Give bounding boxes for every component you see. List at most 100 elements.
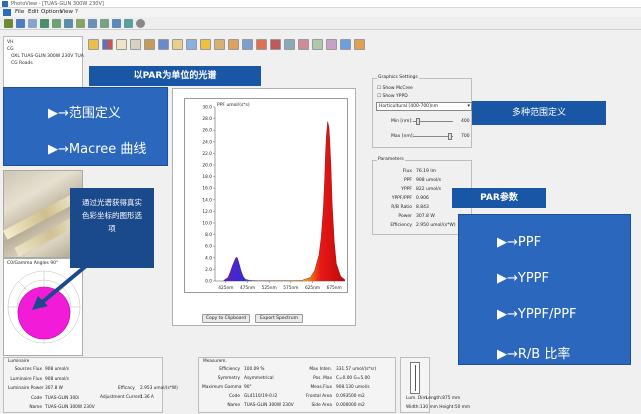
target-icon[interactable] (270, 39, 281, 50)
save-icon[interactable] (16, 19, 25, 28)
menu-help[interactable]: ? (75, 9, 78, 15)
max-slider-handle[interactable] (448, 133, 452, 140)
length-value: Length:875 mm (426, 396, 461, 401)
cie-icon[interactable] (284, 39, 295, 50)
polar-icon[interactable] (186, 39, 197, 50)
export-spectrum-button[interactable]: Export Spectrum (255, 314, 303, 323)
min-label: Min [nm]: (391, 119, 413, 124)
tree-item[interactable]: VH (7, 40, 13, 45)
table-icon[interactable] (116, 39, 127, 50)
tree-item[interactable]: OXL TUAS-GLIN 300W 230V TUA (11, 54, 84, 59)
ppf-text: ▶→PPF (497, 235, 542, 250)
y-tick-label: 6.0 (205, 244, 212, 250)
tree-item[interactable]: CG (7, 47, 14, 52)
min-value: 400 (461, 119, 470, 124)
efficacy-label: Efficacy (118, 386, 135, 391)
main-toolbar (0, 17, 641, 30)
people-icon[interactable] (52, 19, 61, 28)
luminaire-field-label: Code (30, 395, 42, 401)
spectrum-plot: PPF umol/(s*s) 0.0 2.0 4.0 6.0 8.0 10.0 12.0 14.… (184, 98, 348, 293)
y-tick-label: 22.0 (202, 151, 212, 157)
luminaire-field-label: Sources Flux (14, 367, 42, 372)
chart-icon[interactable] (102, 39, 113, 50)
y-tick-label: 4.0 (205, 255, 212, 261)
tool-icon[interactable] (76, 19, 85, 28)
light-icon[interactable] (214, 39, 225, 50)
measurement-field-value: 90° (244, 385, 252, 390)
graph-icon[interactable] (242, 39, 253, 50)
parameter-value: 2.950 umol/(s*W) (416, 223, 456, 228)
lum-dim-label: Lum. Dim. (406, 396, 429, 401)
parameter-value: 76.19 lm (416, 169, 436, 174)
app-menu-icon[interactable] (3, 9, 11, 16)
efficacy-value: 2.953 umol/(s*W) (140, 386, 178, 391)
graphics-settings-legend: Graphics Settings (377, 75, 419, 80)
y-axis-label: PPF umol/(s*s) (217, 102, 250, 108)
range-dropdown[interactable]: Horticultural [400-700]nm ▾ (376, 102, 472, 111)
cone-icon[interactable] (172, 39, 183, 50)
x-tick-label: 425nm (218, 285, 233, 291)
show-yppd-checkbox[interactable]: ☐ Show YPPD (377, 94, 408, 99)
measurement-field-label: Maximum Gamma (202, 385, 242, 390)
parameter-value: 8.843 (416, 205, 429, 210)
mesh-icon[interactable] (312, 39, 323, 50)
beam-icon[interactable] (228, 39, 239, 50)
pencil-icon[interactable] (88, 39, 99, 50)
compare-icon[interactable] (124, 19, 133, 28)
min-slider-handle[interactable] (416, 118, 420, 125)
building-icon[interactable] (144, 39, 155, 50)
curve-icon[interactable] (158, 39, 169, 50)
open-icon[interactable] (4, 19, 13, 28)
measurement-field-label: Efficiency (219, 367, 240, 372)
color-icon[interactable] (298, 39, 309, 50)
measurement-field-value: 0.000000 m2 (336, 403, 365, 408)
par-params-callout: PAR参数 (452, 188, 546, 208)
y-tick-label: 14.0 (202, 197, 212, 203)
luminaire-field-value: TUAS-GLIN 300i (45, 395, 80, 401)
y-tick-label: 16.0 (202, 186, 212, 192)
window-title: PhotoView - [TUAS-GLIN 300W 230V] (11, 1, 104, 7)
max-slider[interactable] (413, 136, 453, 137)
show-mccree-checkbox[interactable]: ☐ Show McCree (377, 86, 413, 91)
measurement-field-label: Side Area (311, 403, 332, 408)
y-tick-label: 12.0 (202, 209, 212, 215)
house-icon[interactable] (326, 39, 337, 50)
luminaire-field-label: Luminaire Power (8, 386, 44, 391)
measurement-field-label: Max Inten. (309, 367, 332, 372)
settings-icon[interactable] (100, 19, 109, 28)
spectrum-icon[interactable] (256, 39, 267, 50)
lamp-icon[interactable] (64, 19, 73, 28)
luminaire-title: Luminaire (8, 359, 30, 364)
luminaire-field-value: TUAS-GLIN 300W 230V (45, 405, 95, 410)
menu-edit[interactable]: Edit (28, 9, 39, 15)
measurement-title: Measurem. (203, 359, 227, 364)
menu-view[interactable]: View (60, 9, 73, 15)
stop-icon[interactable] (136, 19, 145, 28)
export-icon[interactable] (88, 19, 97, 28)
x-tick-label: 675nm (327, 285, 342, 291)
width-height-value: Width:130 mm Height:50 mm (406, 405, 471, 410)
range-dropdown-value: Horticultural [400-700]nm (379, 104, 439, 109)
x-tick-label: 575nm (283, 285, 298, 291)
tree-item[interactable]: CG Roads (11, 61, 33, 66)
callout-arrow (32, 264, 88, 310)
measurement-field-value: Asymmetrical (244, 376, 274, 381)
luminaire-field-label: Luminaire Flux (10, 376, 42, 382)
parameter-label: YPPF (401, 187, 412, 192)
print-icon[interactable] (112, 19, 121, 28)
title-bar: PhotoView - [TUAS-GLIN 300W 230V] (0, 0, 641, 8)
report-icon[interactable] (354, 39, 365, 50)
menu-file[interactable]: File (15, 9, 24, 15)
y-tick-label: 18.0 (202, 174, 212, 180)
window-icon[interactable] (340, 39, 351, 50)
person-icon[interactable] (40, 19, 49, 28)
grid-icon[interactable] (130, 39, 141, 50)
isolux-icon[interactable] (200, 39, 211, 50)
copy-to-clipboard-button[interactable]: Copy to Clipboard (202, 314, 250, 323)
measurement-field-value: 331.57 umol/(s*sr) (336, 367, 377, 372)
parameter-label: R/B Ratio (391, 205, 412, 210)
document-icon[interactable] (28, 19, 37, 28)
y-tick-label: 30.0 (202, 105, 212, 111)
luminaire-field-label: Name (29, 405, 42, 410)
multiple-ranges-callout: 多种范围定义 (472, 101, 606, 125)
